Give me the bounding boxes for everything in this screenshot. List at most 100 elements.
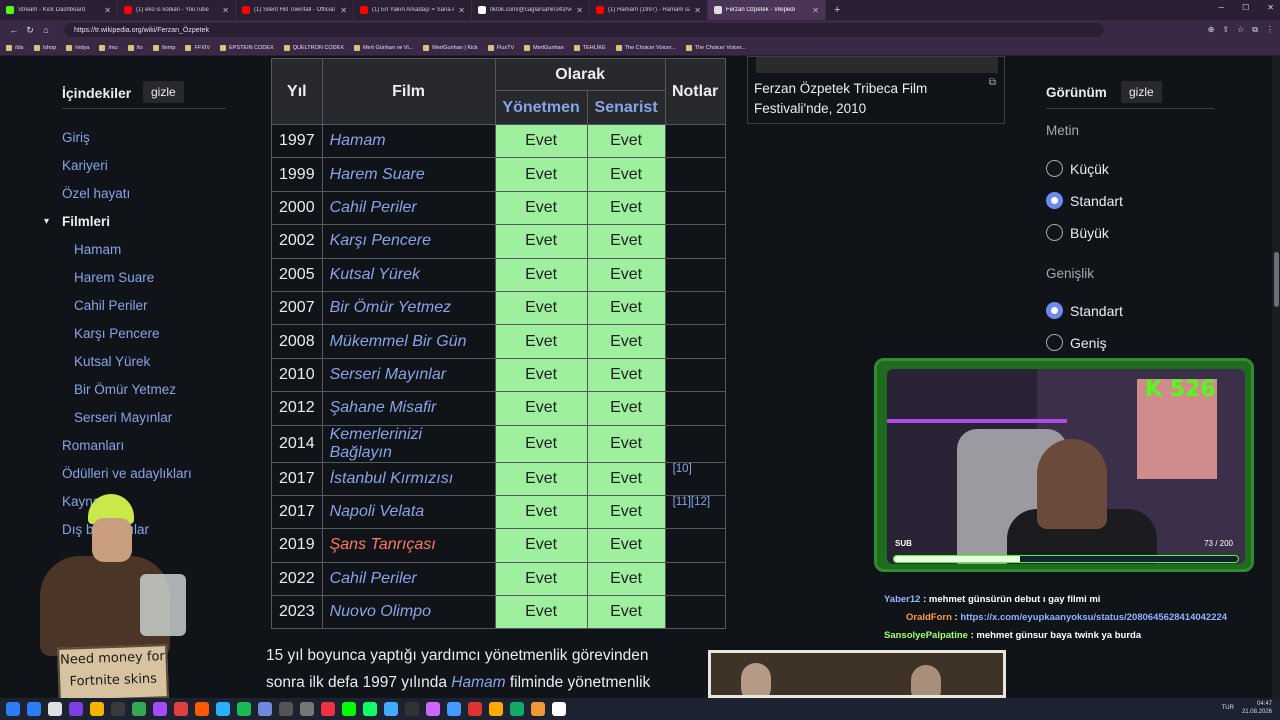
taskbar-app-icon[interactable] bbox=[27, 702, 41, 716]
chat-username[interactable]: OraldForn bbox=[906, 612, 952, 623]
taskbar-app-icon[interactable] bbox=[195, 702, 209, 716]
cell-notes[interactable]: [10] bbox=[664, 461, 726, 496]
chevron-down-icon[interactable]: ▾ bbox=[44, 216, 49, 227]
cell-notes[interactable] bbox=[664, 424, 726, 463]
cell-film-link[interactable]: Kutsal Yürek bbox=[321, 257, 496, 292]
cell-notes[interactable] bbox=[664, 561, 726, 597]
taskbar-app-icon[interactable] bbox=[174, 702, 188, 716]
cell-notes[interactable] bbox=[664, 190, 726, 226]
toc-item[interactable]: Kariyeri bbox=[62, 158, 108, 173]
toc-item[interactable]: Cahil Periler bbox=[74, 298, 148, 313]
toc-item[interactable]: Hamam bbox=[74, 242, 121, 257]
toc-item[interactable]: Bir Ömür Yetmez bbox=[74, 382, 176, 397]
chat-link[interactable]: https://x.com/eyupkaanyoksu/status/20806… bbox=[960, 612, 1227, 623]
taskbar-app-icon[interactable] bbox=[48, 702, 62, 716]
taskbar-app-icon[interactable] bbox=[6, 702, 20, 716]
bookmark-item[interactable]: Mert Günhan ve Vi... bbox=[353, 44, 413, 51]
bookmark-item[interactable]: MertGunhan bbox=[524, 44, 564, 51]
taskbar-app-icon[interactable] bbox=[342, 702, 356, 716]
radio-icon[interactable] bbox=[1046, 192, 1063, 209]
taskbar-app-icon[interactable] bbox=[321, 702, 335, 716]
bookmark-item[interactable]: /shop bbox=[33, 44, 56, 51]
browser-tab[interactable]: (1) Hamam (1997) - Hamam sahn... ✕ bbox=[590, 0, 708, 20]
bookmark-item[interactable]: FluxTV bbox=[487, 44, 514, 51]
taskbar-app-icon[interactable] bbox=[489, 702, 503, 716]
cell-notes[interactable] bbox=[664, 224, 726, 259]
appearance-hide-button[interactable]: gizle bbox=[1121, 81, 1162, 103]
toc-item[interactable]: Kutsal Yürek bbox=[74, 354, 150, 369]
cell-notes[interactable] bbox=[664, 157, 726, 192]
bookmark-item[interactable]: QUELTRON CODEX bbox=[283, 44, 344, 51]
cell-film-link[interactable]: Cahil Periler bbox=[321, 190, 496, 226]
radio-icon[interactable] bbox=[1046, 302, 1063, 319]
cell-notes[interactable] bbox=[664, 528, 726, 563]
taskbar-app-icon[interactable] bbox=[153, 702, 167, 716]
url-input[interactable]: https://tr.wikipedia.org/wiki/Ferzan_Özp… bbox=[64, 23, 1104, 37]
cell-film-link[interactable]: Cahil Periler bbox=[321, 561, 496, 597]
taskbar-app-icon[interactable] bbox=[279, 702, 293, 716]
close-window-icon[interactable]: ✕ bbox=[1267, 3, 1274, 12]
taskbar-app-icon[interactable] bbox=[363, 702, 377, 716]
bottom-image[interactable] bbox=[708, 650, 1006, 698]
bookmark-star-icon[interactable]: ☆ bbox=[1237, 25, 1244, 35]
menu-icon[interactable]: ⋮ bbox=[1266, 25, 1274, 35]
taskbar-app-icon[interactable] bbox=[531, 702, 545, 716]
taskbar-app-icon[interactable] bbox=[237, 702, 251, 716]
taskbar-app-icon[interactable] bbox=[552, 702, 566, 716]
cell-film-link[interactable]: Harem Suare bbox=[321, 157, 496, 192]
radio-icon[interactable] bbox=[1046, 224, 1063, 241]
bookmark-item[interactable]: /temp bbox=[152, 44, 175, 51]
cell-film-link[interactable]: Karşı Pencere bbox=[321, 224, 496, 259]
radio-option[interactable]: Geniş bbox=[1046, 334, 1107, 351]
bookmark-item[interactable]: /dis bbox=[6, 44, 24, 51]
radio-icon[interactable] bbox=[1046, 160, 1063, 177]
cell-notes[interactable] bbox=[664, 257, 726, 292]
cell-notes[interactable] bbox=[664, 391, 726, 426]
cell-notes[interactable] bbox=[664, 290, 726, 326]
cell-notes[interactable] bbox=[664, 324, 726, 359]
taskbar-app-icon[interactable] bbox=[447, 702, 461, 716]
cell-notes[interactable] bbox=[664, 595, 726, 630]
bookmark-item[interactable]: /mu bbox=[99, 44, 118, 51]
cell-film-link[interactable]: Mükemmel Bir Gün bbox=[321, 324, 496, 359]
cell-film-link[interactable]: Bir Ömür Yetmez bbox=[321, 290, 496, 326]
radio-icon[interactable] bbox=[1046, 334, 1063, 351]
taskbar-app-icon[interactable] bbox=[300, 702, 314, 716]
reload-icon[interactable]: ↻ bbox=[22, 25, 38, 36]
taskbar-app-icon[interactable] bbox=[111, 702, 125, 716]
toc-item[interactable]: Harem Suare bbox=[74, 270, 154, 285]
cell-notes[interactable] bbox=[664, 357, 726, 393]
browser-tab[interactable]: Ferzan Özpetek - Vikipedi ✕ bbox=[708, 0, 826, 20]
bookmark-item[interactable]: /vidya bbox=[66, 44, 89, 51]
tab-close-icon[interactable]: ✕ bbox=[694, 6, 701, 15]
toc-item[interactable]: Filmleri bbox=[62, 214, 110, 229]
home-icon[interactable]: ⌂ bbox=[38, 25, 54, 35]
system-clock[interactable]: 04:47 21.08.2026 bbox=[1242, 700, 1272, 716]
language-indicator[interactable]: TUR bbox=[1222, 705, 1234, 711]
taskbar-app-icon[interactable] bbox=[405, 702, 419, 716]
tab-close-icon[interactable]: ✕ bbox=[576, 6, 583, 15]
browser-tab[interactable]: (1) Silent Hill Townfall - Official G...… bbox=[236, 0, 354, 20]
toc-item[interactable]: Serseri Mayınlar bbox=[74, 410, 172, 425]
toc-item[interactable]: Giriş bbox=[62, 130, 90, 145]
cell-film-link[interactable]: Kemerlerinizi Bağlayın bbox=[321, 424, 496, 463]
cell-notes[interactable] bbox=[664, 123, 726, 159]
browser-tab[interactable]: tiktok.com/@caglarsahin343/vid... ✕ bbox=[472, 0, 590, 20]
cell-film-link[interactable]: Hamam bbox=[321, 123, 496, 159]
bookmark-item[interactable]: /to bbox=[127, 44, 143, 51]
toc-item[interactable]: Karşı Pencere bbox=[74, 326, 160, 341]
taskbar-app-icon[interactable] bbox=[426, 702, 440, 716]
cell-film-link[interactable]: Nuovo Olimpo bbox=[321, 595, 496, 630]
cell-film-link[interactable]: Şahane Misafir bbox=[321, 391, 496, 426]
cell-notes[interactable]: [11][12] bbox=[664, 494, 726, 530]
extensions-icon[interactable]: ⧉ bbox=[1252, 25, 1258, 35]
bookmark-item[interactable]: The Choicer Voicer... bbox=[685, 44, 746, 51]
taskbar-app-icon[interactable] bbox=[216, 702, 230, 716]
chat-username[interactable]: Yaber12 bbox=[884, 594, 920, 605]
toc-hide-button[interactable]: gizle bbox=[143, 81, 184, 103]
cell-film-link[interactable]: İstanbul Kırmızısı bbox=[321, 461, 496, 496]
page-scrollbar[interactable] bbox=[1272, 56, 1280, 698]
cell-film-link[interactable]: Serseri Mayınlar bbox=[321, 357, 496, 393]
taskbar-app-icon[interactable] bbox=[258, 702, 272, 716]
bookmark-item[interactable]: EPSTEIN CODEX bbox=[220, 44, 274, 51]
